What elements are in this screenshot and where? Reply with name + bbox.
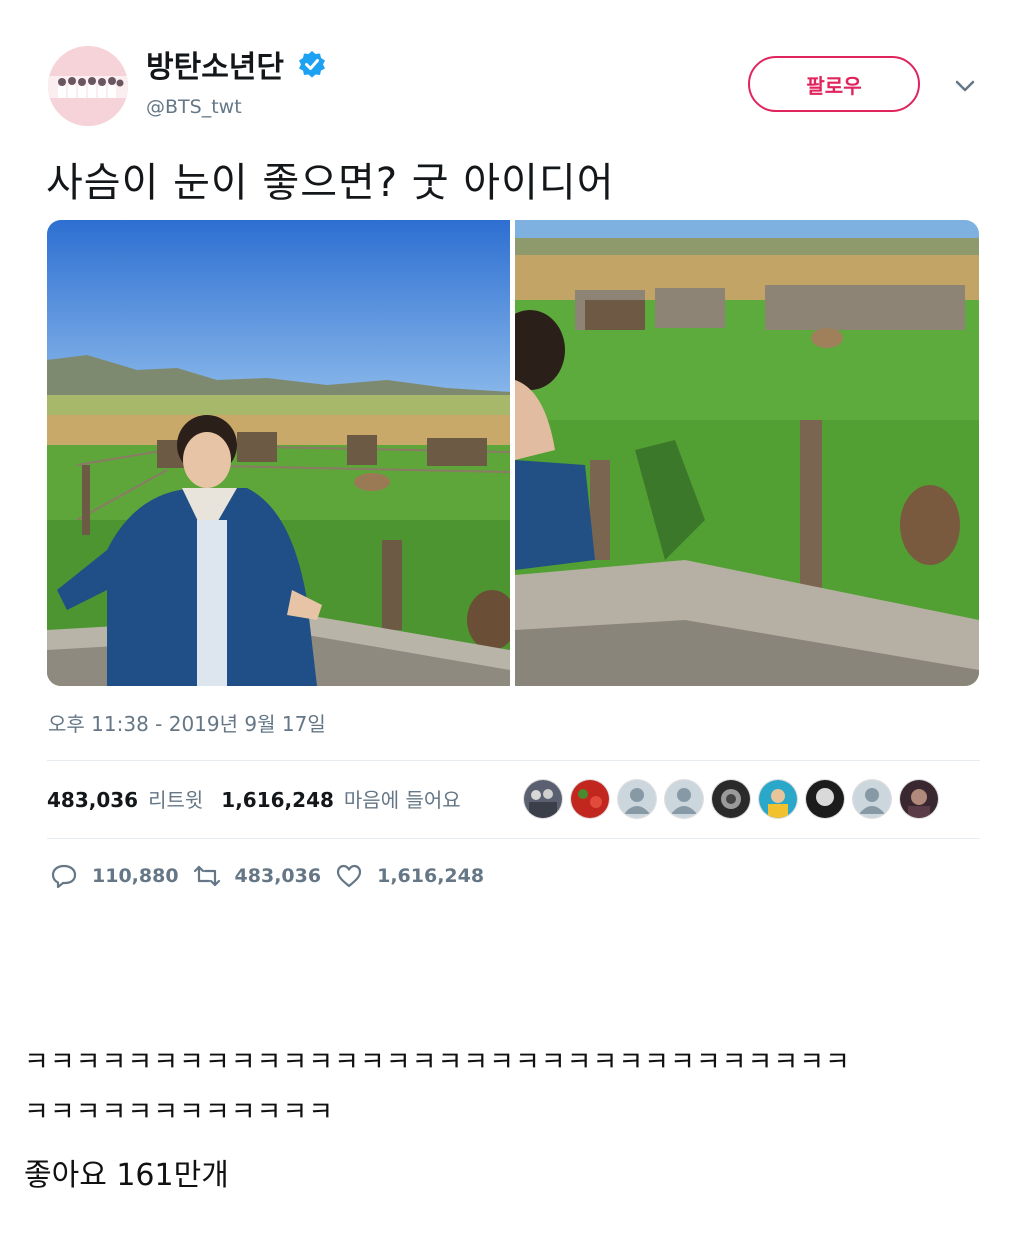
liker-avatar[interactable]	[712, 780, 750, 818]
divider	[47, 838, 980, 839]
tweet-timestamp[interactable]: 오후 11:38 - 2019년 9월 17일	[48, 708, 326, 737]
reply-count: 110,880	[92, 865, 179, 887]
like-count: 1,616,248	[377, 865, 485, 887]
tweet-text: 사슴이 눈이 좋으면? 굿 아이디어	[46, 160, 615, 206]
caption-laugh-line-2: ㅋㅋㅋㅋㅋㅋㅋㅋㅋㅋㅋㅋ	[24, 1097, 335, 1128]
user-handle[interactable]: @BTS_twt	[146, 96, 242, 118]
retweets-count[interactable]: 483,036	[47, 788, 138, 812]
follow-button[interactable]: 팔로우	[748, 56, 920, 112]
chevron-down-icon[interactable]	[952, 76, 978, 96]
tweet-stats: 483,036 리트윗 1,616,248 마음에 들어요	[47, 784, 469, 813]
likes-label[interactable]: 마음에 들어요	[344, 784, 461, 813]
liker-avatar[interactable]	[806, 780, 844, 818]
tweet-photo-1[interactable]	[47, 220, 510, 686]
liker-avatar-default[interactable]	[618, 780, 656, 818]
reply-icon[interactable]	[50, 862, 78, 890]
liker-avatar-default[interactable]	[853, 780, 891, 818]
liker-avatar[interactable]	[524, 780, 562, 818]
liker-avatar[interactable]	[900, 780, 938, 818]
verified-badge-icon	[298, 50, 326, 78]
tweet-photo-2[interactable]	[515, 220, 979, 686]
caption-laugh-line-1: ㅋㅋㅋㅋㅋㅋㅋㅋㅋㅋㅋㅋㅋㅋㅋㅋㅋㅋㅋㅋㅋㅋㅋㅋㅋㅋㅋㅋㅋㅋㅋㅋ	[24, 1047, 851, 1078]
likes-count[interactable]: 1,616,248	[221, 788, 334, 812]
divider	[47, 760, 980, 761]
liker-avatars	[524, 780, 938, 818]
liker-avatar[interactable]	[571, 780, 609, 818]
display-name[interactable]: 방탄소년단	[146, 42, 284, 86]
caption-likes: 좋아요 161만개	[24, 1158, 229, 1193]
retweet-icon[interactable]	[193, 862, 221, 890]
tweet-actions: 110,880 483,036 1,616,248	[50, 862, 498, 890]
heart-icon[interactable]	[335, 862, 363, 890]
liker-avatar[interactable]	[759, 780, 797, 818]
avatar[interactable]	[48, 46, 128, 126]
retweet-count: 483,036	[234, 865, 322, 887]
liker-avatar-default[interactable]	[665, 780, 703, 818]
retweets-label[interactable]: 리트윗	[148, 784, 203, 813]
